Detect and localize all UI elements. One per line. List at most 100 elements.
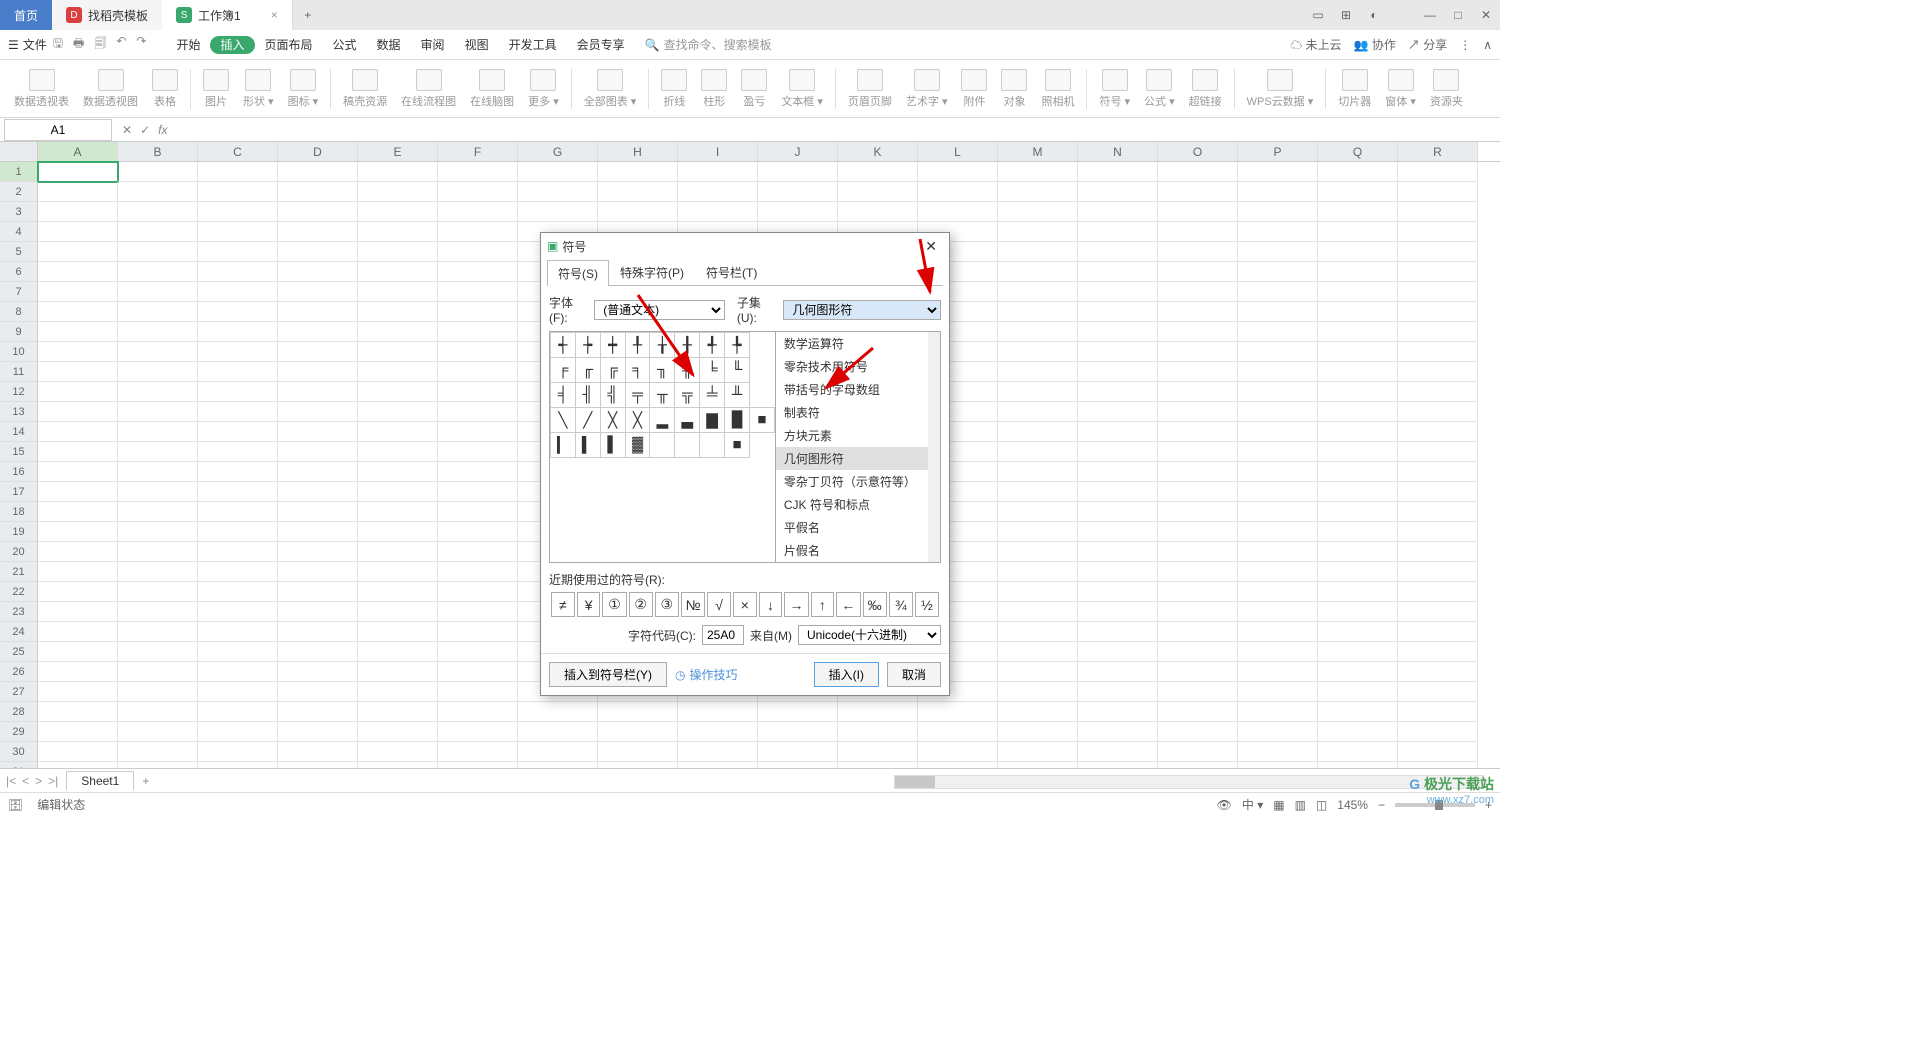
ribbon-tab-4[interactable]: 数据 — [367, 38, 411, 52]
row-12[interactable]: 12 — [0, 382, 38, 402]
cell[interactable] — [358, 702, 438, 722]
cell[interactable] — [118, 382, 198, 402]
cell[interactable] — [38, 562, 118, 582]
cell[interactable] — [358, 262, 438, 282]
cell[interactable] — [518, 162, 598, 182]
cell[interactable] — [1238, 722, 1318, 742]
cell[interactable] — [1398, 662, 1478, 682]
symbol-cell[interactable]: ┿ — [600, 333, 625, 358]
cell[interactable] — [38, 682, 118, 702]
cell[interactable] — [38, 382, 118, 402]
symbol-cell[interactable]: ╒ — [551, 358, 576, 383]
cell[interactable] — [358, 382, 438, 402]
cell[interactable] — [1398, 702, 1478, 722]
cell[interactable] — [38, 742, 118, 762]
cell[interactable] — [1398, 442, 1478, 462]
cell[interactable] — [1398, 502, 1478, 522]
cell[interactable] — [1398, 542, 1478, 562]
cell[interactable] — [1158, 382, 1238, 402]
cell[interactable] — [1158, 682, 1238, 702]
from-select[interactable]: Unicode(十六进制) — [798, 625, 941, 645]
cell[interactable] — [1158, 262, 1238, 282]
cell[interactable] — [438, 182, 518, 202]
symbol-cell[interactable]: ╂ — [675, 333, 700, 358]
ribbon-折线[interactable]: 折线 — [655, 69, 693, 109]
recent-symbol[interactable]: ½ — [915, 592, 939, 617]
cell[interactable] — [1398, 562, 1478, 582]
cell[interactable] — [438, 362, 518, 382]
cell[interactable] — [998, 422, 1078, 442]
recent-symbol[interactable]: ③ — [655, 592, 679, 617]
subset-option[interactable]: 零杂技术用符号 — [776, 355, 940, 378]
cell[interactable] — [278, 362, 358, 382]
cell[interactable] — [198, 302, 278, 322]
symbol-cell[interactable]: ╢ — [575, 383, 600, 408]
cell[interactable] — [998, 742, 1078, 762]
symbol-cell[interactable]: ╣ — [600, 383, 625, 408]
recent-symbol[interactable]: ↑ — [811, 592, 835, 617]
cell[interactable] — [438, 562, 518, 582]
zoom-out-icon[interactable]: − — [1378, 798, 1385, 812]
cell[interactable] — [1078, 182, 1158, 202]
ribbon-tab-0[interactable]: 开始 — [166, 38, 210, 52]
ribbon-在线流程图[interactable]: 在线流程图 — [395, 69, 462, 109]
ribbon-公式[interactable]: 公式 ▾ — [1138, 69, 1181, 109]
symbol-cell[interactable]: ▍ — [575, 433, 600, 458]
ribbon-数据透视表[interactable]: 数据透视表 — [8, 69, 75, 109]
cell[interactable] — [358, 742, 438, 762]
cell[interactable] — [118, 642, 198, 662]
symbol-cell[interactable]: ╳ — [625, 408, 650, 433]
cell[interactable] — [358, 422, 438, 442]
cell[interactable] — [118, 482, 198, 502]
cell[interactable] — [278, 402, 358, 422]
col-P[interactable]: P — [1238, 142, 1318, 161]
ribbon-数据透视图[interactable]: 数据透视图 — [77, 69, 144, 109]
cell[interactable] — [1318, 702, 1398, 722]
cell[interactable] — [198, 742, 278, 762]
cell[interactable] — [1078, 382, 1158, 402]
cell[interactable] — [1158, 722, 1238, 742]
recent-symbol[interactable]: ↓ — [759, 592, 783, 617]
cell[interactable] — [758, 722, 838, 742]
cell[interactable] — [198, 702, 278, 722]
cell[interactable] — [1158, 442, 1238, 462]
ribbon-柱形[interactable]: 柱形 — [695, 69, 733, 109]
subset-option[interactable]: 数学运算符 — [776, 332, 940, 355]
cell[interactable] — [998, 502, 1078, 522]
ribbon-艺术字[interactable]: 艺术字 ▾ — [900, 69, 954, 109]
symbol-cell[interactable]: ╱ — [575, 408, 600, 433]
insert-to-bar-button[interactable]: 插入到符号栏(Y) — [549, 662, 667, 687]
cell[interactable] — [118, 682, 198, 702]
cell[interactable] — [1398, 522, 1478, 542]
cell[interactable] — [1078, 662, 1158, 682]
cell[interactable] — [598, 742, 678, 762]
cell[interactable] — [358, 542, 438, 562]
cell[interactable] — [1238, 302, 1318, 322]
cell[interactable] — [198, 282, 278, 302]
coop-button[interactable]: 👥 协作 — [1354, 36, 1396, 53]
col-K[interactable]: K — [838, 142, 918, 161]
cell[interactable] — [1158, 202, 1238, 222]
row-23[interactable]: 23 — [0, 602, 38, 622]
cell[interactable] — [118, 702, 198, 722]
cell[interactable] — [838, 182, 918, 202]
recent-symbol[interactable]: → — [784, 592, 808, 617]
cell[interactable] — [1398, 402, 1478, 422]
preview-icon[interactable]: 🗐 — [94, 34, 106, 55]
cell[interactable] — [1318, 742, 1398, 762]
cell[interactable] — [1078, 302, 1158, 322]
symbol-cell[interactable]: ┽ — [551, 333, 576, 358]
cell[interactable] — [118, 562, 198, 582]
cell[interactable] — [1238, 262, 1318, 282]
symbol-cell[interactable]: ╀ — [625, 333, 650, 358]
cell[interactable] — [438, 622, 518, 642]
cell[interactable] — [1398, 242, 1478, 262]
ribbon-tab-1[interactable]: 插入 — [210, 36, 254, 54]
cell[interactable] — [198, 562, 278, 582]
cell[interactable] — [358, 302, 438, 322]
cell[interactable] — [1398, 602, 1478, 622]
cell[interactable] — [1238, 342, 1318, 362]
cell[interactable] — [1078, 322, 1158, 342]
cell[interactable] — [1078, 602, 1158, 622]
cell[interactable] — [1238, 282, 1318, 302]
